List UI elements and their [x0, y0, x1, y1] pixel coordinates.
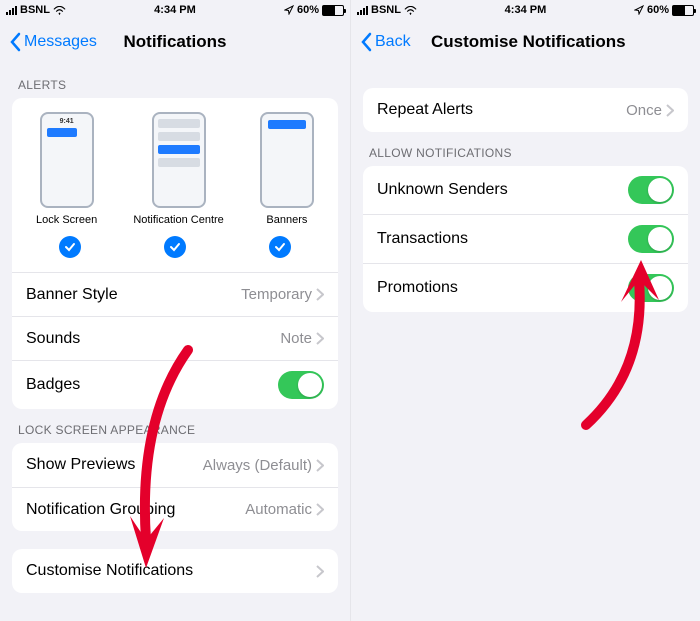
nav-bar: Messages Notifications: [0, 20, 350, 64]
back-button[interactable]: Back: [361, 32, 411, 52]
alerts-preview-row: 9:41 Lock Screen Notification Centre: [12, 98, 338, 230]
chevron-right-icon: [316, 503, 324, 516]
repeat-alerts-row[interactable]: Repeat Alerts Once: [363, 88, 688, 132]
back-button[interactable]: Messages: [10, 32, 97, 52]
banner-style-label: Banner Style: [26, 286, 118, 304]
battery-pct: 60%: [647, 4, 669, 16]
status-time: 4:34 PM: [505, 4, 547, 16]
unknown-senders-toggle[interactable]: [628, 176, 674, 204]
chevron-left-icon: [361, 32, 373, 52]
signal-icon: [357, 6, 368, 15]
location-icon: [284, 5, 294, 15]
badges-row: Badges: [12, 360, 338, 409]
notification-grouping-row[interactable]: Notification Grouping Automatic: [12, 487, 338, 531]
banners-option[interactable]: Banners: [260, 112, 314, 226]
transactions-label: Transactions: [377, 230, 468, 248]
screen-notifications: BSNL 4:34 PM 60% Messages Notifications …: [0, 0, 350, 621]
chevron-right-icon: [316, 459, 324, 472]
carrier-label: BSNL: [20, 4, 50, 16]
banners-check[interactable]: [269, 236, 291, 258]
promotions-row: Promotions: [363, 263, 688, 312]
badges-label: Badges: [26, 376, 80, 394]
show-previews-label: Show Previews: [26, 456, 135, 474]
chevron-right-icon: [666, 104, 674, 117]
signal-icon: [6, 6, 17, 15]
alerts-header: ALERTS: [0, 64, 350, 98]
chevron-right-icon: [316, 565, 324, 578]
sounds-row[interactable]: Sounds Note: [12, 316, 338, 360]
chevron-right-icon: [316, 332, 324, 345]
battery-icon: [672, 5, 694, 16]
notification-centre-check[interactable]: [164, 236, 186, 258]
lock-screen-check[interactable]: [59, 236, 81, 258]
sounds-label: Sounds: [26, 330, 80, 348]
allow-notifications-header: ALLOW NOTIFICATIONS: [351, 132, 700, 166]
transactions-toggle[interactable]: [628, 225, 674, 253]
chevron-right-icon: [316, 288, 324, 301]
promotions-label: Promotions: [377, 279, 458, 297]
status-bar: BSNL 4:34 PM 60%: [351, 0, 700, 20]
repeat-alerts-label: Repeat Alerts: [377, 101, 473, 119]
notification-centre-option[interactable]: Notification Centre: [133, 112, 224, 226]
banner-style-row[interactable]: Banner Style Temporary: [12, 272, 338, 316]
wifi-icon: [53, 6, 66, 15]
chevron-left-icon: [10, 32, 22, 52]
notification-grouping-label: Notification Grouping: [26, 501, 175, 519]
unknown-senders-row: Unknown Senders: [363, 166, 688, 214]
customise-notifications-label: Customise Notifications: [26, 562, 193, 580]
transactions-row: Transactions: [363, 214, 688, 263]
page-title: Customise Notifications: [431, 32, 700, 52]
promotions-toggle[interactable]: [628, 274, 674, 302]
notification-centre-icon: [152, 112, 206, 208]
status-time: 4:34 PM: [154, 4, 196, 16]
unknown-senders-label: Unknown Senders: [377, 181, 508, 199]
lock-screen-option[interactable]: 9:41 Lock Screen: [36, 112, 97, 226]
status-bar: BSNL 4:34 PM 60%: [0, 0, 350, 20]
badges-toggle[interactable]: [278, 371, 324, 399]
lock-screen-icon: 9:41: [40, 112, 94, 208]
battery-pct: 60%: [297, 4, 319, 16]
back-label: Back: [375, 33, 411, 51]
carrier-label: BSNL: [371, 4, 401, 16]
customise-notifications-row[interactable]: Customise Notifications: [12, 549, 338, 593]
lock-screen-appearance-header: LOCK SCREEN APPEARANCE: [0, 409, 350, 443]
banners-icon: [260, 112, 314, 208]
screen-customise-notifications: BSNL 4:34 PM 60% Back Customise Notifica…: [350, 0, 700, 621]
battery-icon: [322, 5, 344, 16]
wifi-icon: [404, 6, 417, 15]
location-icon: [634, 5, 644, 15]
nav-bar: Back Customise Notifications: [351, 20, 700, 64]
back-label: Messages: [24, 33, 97, 51]
show-previews-row[interactable]: Show Previews Always (Default): [12, 443, 338, 487]
